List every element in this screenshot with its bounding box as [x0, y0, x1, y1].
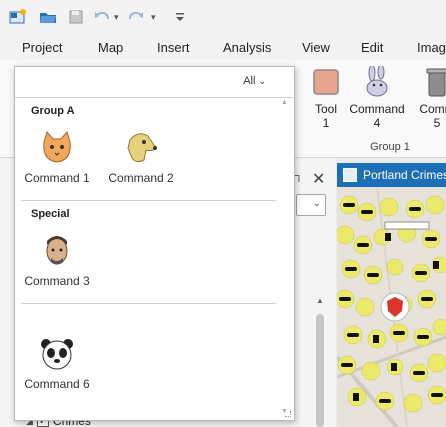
- close-icon[interactable]: ✕: [312, 169, 325, 189]
- menu-analysis[interactable]: Analysis: [223, 40, 271, 55]
- redo-icon[interactable]: [126, 8, 146, 26]
- scroll-up-icon[interactable]: ▲: [316, 296, 324, 305]
- resize-grip-icon[interactable]: [285, 411, 291, 417]
- man-face-icon: [38, 232, 76, 270]
- gallery-section-title-group-a: Group A: [31, 105, 75, 117]
- pane-scroll-thumb[interactable]: [316, 314, 324, 427]
- menu-bar: Project Map Insert Analysis View Edit Im…: [0, 34, 446, 60]
- gallery-divider: [21, 200, 276, 201]
- redo-dropdown-icon[interactable]: ▾: [151, 12, 156, 23]
- map-icon: [343, 168, 357, 182]
- scroll-up-icon[interactable]: ▲: [281, 99, 288, 106]
- save-disk-icon[interactable]: [66, 8, 86, 26]
- gallery-filter-label: All: [243, 75, 256, 87]
- menu-view[interactable]: View: [302, 40, 330, 55]
- gallery-scrollbar[interactable]: ▲ ▼: [279, 97, 291, 417]
- ribbon-group-label: Group 1: [370, 141, 410, 153]
- gallery-section-title-special: Special: [31, 208, 70, 220]
- command-4-sub: 4: [373, 116, 381, 130]
- trash-can-icon: [421, 66, 446, 98]
- open-folder-icon[interactable]: [38, 8, 58, 26]
- menu-imagery[interactable]: Imag: [417, 40, 446, 55]
- menu-map[interactable]: Map: [98, 40, 123, 55]
- tool-icon: [310, 66, 342, 98]
- map-tab-title: Portland Crimes: [363, 168, 446, 182]
- undo-icon[interactable]: [92, 8, 112, 26]
- gallery-command-6-label: Command 6: [24, 377, 90, 391]
- crime-map: [337, 187, 446, 427]
- gallery-command-2-label: Command 2: [108, 171, 174, 185]
- command-5-button[interactable]: Comm 5: [407, 66, 446, 130]
- customize-toolbar-icon[interactable]: [170, 8, 190, 26]
- chevron-down-icon: ⌄: [312, 198, 321, 209]
- command-5-label: Comm: [419, 102, 446, 116]
- cat-icon: [38, 129, 76, 167]
- gallery-command-1-label: Command 1: [24, 171, 90, 185]
- menu-edit[interactable]: Edit: [361, 40, 383, 55]
- gallery-command-6[interactable]: Command 6: [15, 335, 99, 391]
- undo-dropdown-icon[interactable]: ▾: [114, 12, 119, 23]
- command-5-sub: 5: [433, 116, 441, 130]
- pane-dropdown[interactable]: ⌄: [296, 194, 326, 216]
- command-4-button[interactable]: Command 4: [347, 66, 407, 130]
- chevron-down-icon: ⌄: [258, 75, 266, 86]
- menu-project[interactable]: Project: [22, 40, 62, 55]
- map-view[interactable]: [337, 187, 446, 427]
- command-4-label: Command: [349, 102, 405, 116]
- new-project-icon[interactable]: [8, 8, 28, 26]
- rabbit-icon: [361, 66, 393, 98]
- gallery-command-1[interactable]: Command 1: [15, 129, 99, 185]
- menu-insert[interactable]: Insert: [157, 40, 190, 55]
- gallery-command-3-label: Command 3: [24, 274, 90, 288]
- command-gallery-popup: All ⌄ Group A Command 1 Command 2 Specia…: [14, 66, 295, 421]
- pane-toolbar: ⊓ ✕: [290, 168, 336, 192]
- gallery-divider: [15, 97, 294, 98]
- dog-icon: [122, 129, 160, 167]
- panda-icon: [38, 335, 76, 373]
- quick-access-toolbar: ▾ ▾: [0, 0, 446, 34]
- gallery-command-3[interactable]: Command 3: [15, 232, 99, 288]
- gallery-divider: [21, 303, 276, 304]
- gallery-command-2[interactable]: Command 2: [99, 129, 183, 185]
- map-tab-portland-crimes[interactable]: Portland Crimes: [337, 163, 446, 187]
- gallery-filter-dropdown[interactable]: All ⌄: [243, 75, 266, 87]
